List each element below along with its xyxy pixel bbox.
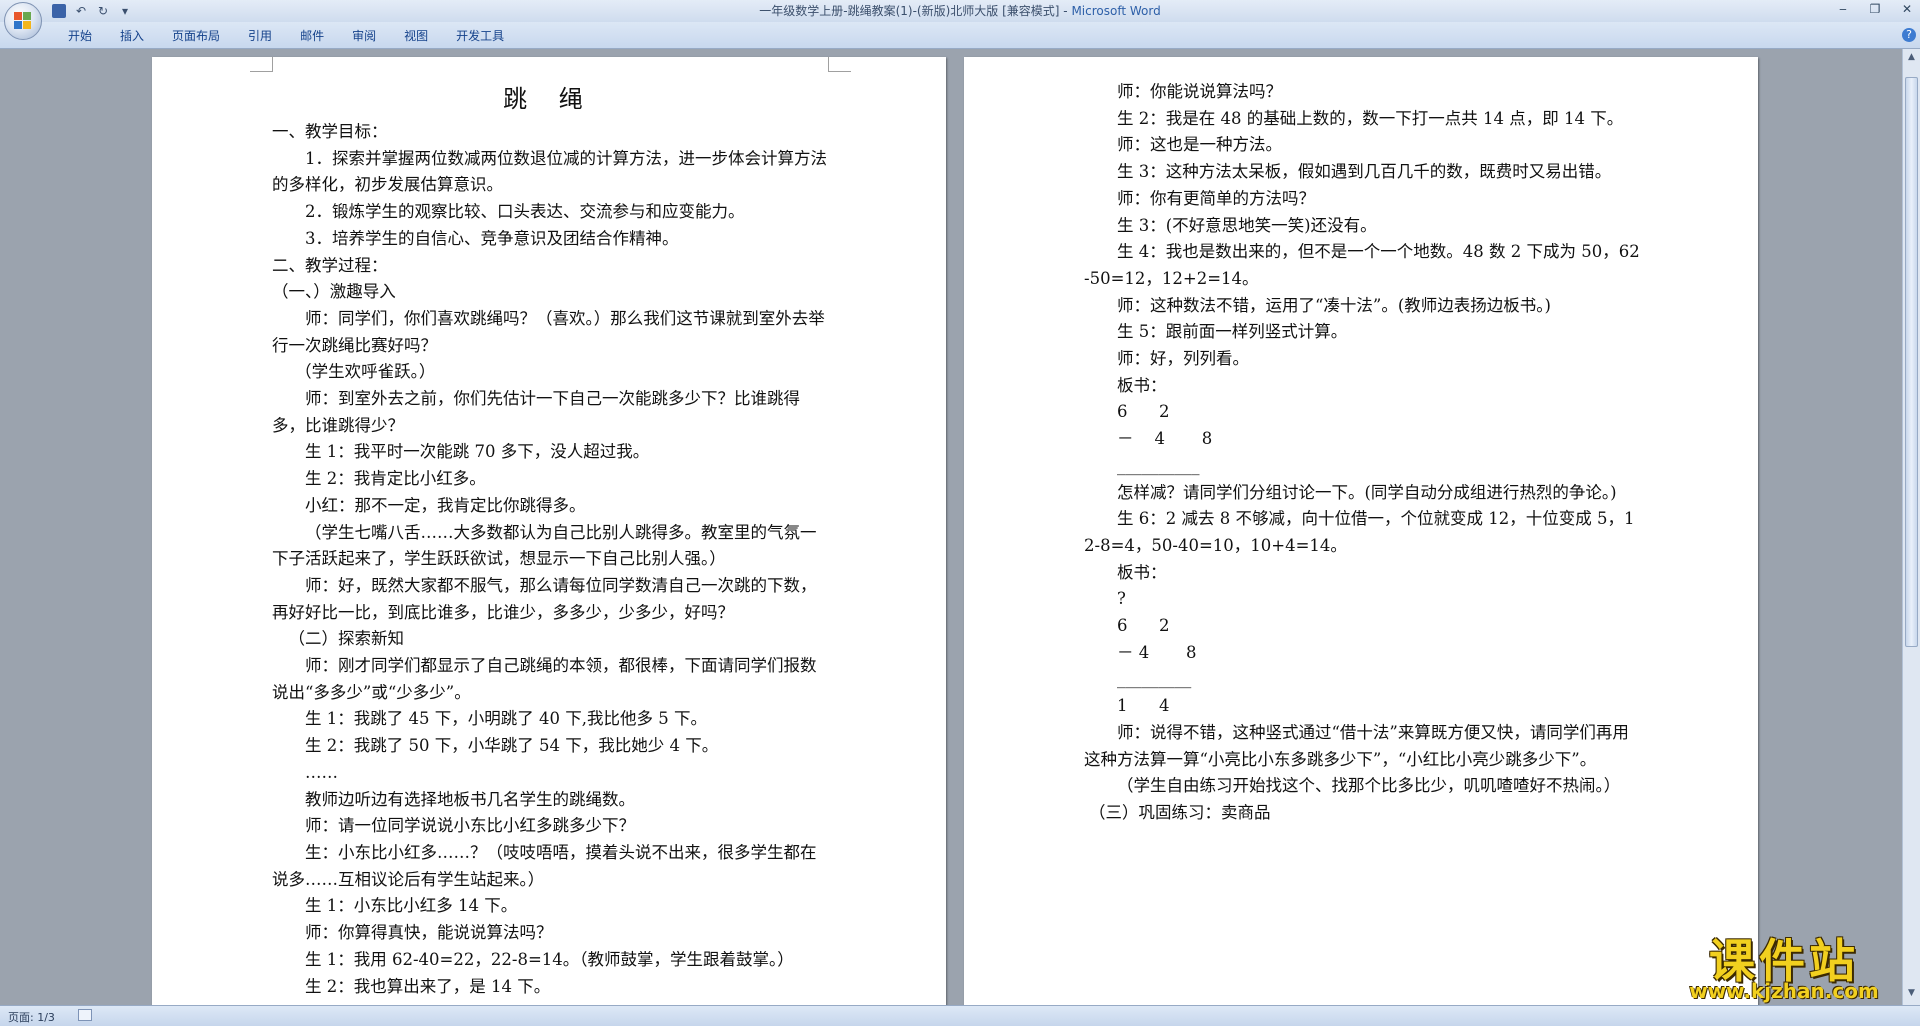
paragraph: 师：你算得真快，能说说算法吗？ bbox=[305, 923, 553, 943]
paragraph: 怎样减？请同学们分组讨论一下。(同学自动分成组进行热烈的争论。) bbox=[1117, 482, 1617, 502]
paragraph: 生 2：我也算出来了，是 14 下。 bbox=[305, 976, 551, 996]
paragraph: 6 2 bbox=[1117, 402, 1170, 422]
tab-developer[interactable]: 开发工具 bbox=[442, 27, 518, 45]
paragraph: 师：好，列列看。 bbox=[1117, 349, 1249, 369]
status-bar: 页面: 1/3 bbox=[0, 1005, 1920, 1026]
paragraph: （学生七嘴八舌……大多数都认为自己比别人跳得多。教室里的气氛一下子活跃起来了，学… bbox=[272, 522, 817, 569]
paragraph: （学生欢呼雀跃。） bbox=[295, 362, 436, 382]
proofing-icon[interactable] bbox=[78, 1009, 92, 1021]
paragraph: 生 3：这种方法太呆板，假如遇到几百几千的数，既费时又易出错。 bbox=[1117, 162, 1612, 182]
paragraph: 1．探索并掌握两位数减两位数退位减的计算方法，进一步体会计算方法的多样化，初步发… bbox=[272, 148, 827, 195]
paragraph: 生 4：我也是数出来的，但不是一个一个地数。48 数 2 下成为 50，62-5… bbox=[1084, 242, 1640, 288]
paragraph: 板书： bbox=[1117, 375, 1167, 395]
paragraph: 生 2：我肯定比小红多。 bbox=[305, 469, 486, 489]
paragraph: 师：你能说说算法吗？ bbox=[1117, 82, 1282, 101]
minimize-button[interactable]: ‒ bbox=[1836, 2, 1850, 16]
paragraph: …… bbox=[305, 762, 338, 782]
scroll-up-icon[interactable]: ▲ bbox=[1905, 51, 1918, 64]
paragraph: 生 1：我平时一次能跳 70 多下，没人超过我。 bbox=[305, 442, 650, 462]
paragraph: （学生自由练习开始找这个、找那个比多比少，叽叽喳喳好不热闹。） bbox=[1117, 776, 1621, 796]
vertical-scrollbar[interactable]: ▲ ▼ bbox=[1902, 49, 1920, 1005]
close-button[interactable]: ✕ bbox=[1900, 2, 1914, 16]
window-title: 一年级数学上册-跳绳教案(1)-(新版)北师大版 [兼容模式] - Micros… bbox=[0, 0, 1920, 22]
document-title: 跳 绳 bbox=[503, 85, 595, 113]
paragraph: 板书： bbox=[1117, 562, 1167, 582]
undo-icon[interactable]: ↶ bbox=[74, 4, 88, 18]
paragraph: （三）巩固练习：卖商品 bbox=[1088, 802, 1271, 822]
restore-button[interactable]: ❐ bbox=[1868, 2, 1882, 16]
paragraph: 小红：那不一定，我肯定比你跳得多。 bbox=[305, 495, 586, 515]
page-1[interactable]: 跳 绳 一、教学目标： 1．探索并掌握两位数减两位数退位减的计算方法，进一步体会计… bbox=[152, 57, 946, 1005]
paragraph: － 4 8 bbox=[1117, 429, 1213, 449]
paragraph: 生 6：2 减去 8 不够减，向十位借一，个位就变成 12，十位变成 5，12-… bbox=[1084, 509, 1635, 555]
watermark-url: www.kjzhan.com bbox=[1689, 979, 1879, 1003]
ribbon-tabs: 开始 插入 页面布局 引用 邮件 审阅 视图 开发工具 bbox=[54, 27, 518, 45]
paragraph: ? bbox=[1117, 589, 1126, 609]
paragraph: 师：好，既然大家都不服气，那么请每位同学数清自己一次跳的下数，再好好比一比，到底… bbox=[272, 575, 817, 622]
tab-page-layout[interactable]: 页面布局 bbox=[158, 27, 234, 45]
paragraph: 教师边听边有选择地板书几名学生的跳绳数。 bbox=[305, 789, 635, 809]
tab-view[interactable]: 视图 bbox=[390, 27, 442, 45]
paragraph: （二）探索新知 bbox=[288, 629, 405, 649]
office-logo-icon bbox=[14, 12, 32, 30]
paragraph: 师：这种数法不错，运用了“凑十法”。(教师边表扬边板书。) bbox=[1117, 295, 1551, 315]
paragraph: 师：你有更简单的方法吗？ bbox=[1117, 188, 1315, 208]
tab-home[interactable]: 开始 bbox=[54, 27, 106, 45]
customize-qat-icon[interactable]: ▾ bbox=[118, 4, 132, 18]
tab-references[interactable]: 引用 bbox=[234, 27, 286, 45]
tab-insert[interactable]: 插入 bbox=[106, 27, 158, 45]
paragraph: _________ bbox=[1117, 669, 1192, 689]
document-workspace: 跳 绳 一、教学目标： 1．探索并掌握两位数减两位数退位减的计算方法，进一步体会计… bbox=[0, 49, 1902, 1005]
paragraph: __________ bbox=[1117, 455, 1200, 475]
paragraph: 师：说得不错，这种竖式通过“借十法”来算既方便又快，请同学们再用这种方法算一算“… bbox=[1084, 722, 1629, 769]
title-bar: 一年级数学上册-跳绳教案(1)-(新版)北师大版 [兼容模式] - Micros… bbox=[0, 0, 1920, 22]
site-watermark: 课件站 www.kjzhan.com bbox=[1668, 925, 1900, 1005]
paragraph: 一、教学目标： bbox=[272, 122, 388, 141]
page-2[interactable]: 师：你能说说算法吗？ 生 2：我是在 48 的基础上数的，数一下打一点共 14 点… bbox=[964, 57, 1758, 1005]
paragraph: 生：小东比小红多……？（吱吱唔唔，摸着头说不出来，很多学生都在说多……互相议论后… bbox=[272, 842, 817, 889]
tab-mailings[interactable]: 邮件 bbox=[286, 27, 338, 45]
page-2-body[interactable]: 师：你能说说算法吗？ 生 2：我是在 48 的基础上数的，数一下打一点共 14 点… bbox=[1084, 79, 1640, 827]
save-icon[interactable] bbox=[52, 4, 66, 18]
redo-icon[interactable]: ↻ bbox=[96, 4, 110, 18]
paragraph: 生 2：我是在 48 的基础上数的，数一下打一点共 14 点，即 14 下。 bbox=[1117, 108, 1624, 128]
scroll-down-icon[interactable]: ▼ bbox=[1905, 987, 1918, 1000]
paragraph: 生 3：(不好意思地笑一笑)还没有。 bbox=[1117, 215, 1377, 235]
paragraph: 生 1：小东比小红多 14 下。 bbox=[305, 896, 518, 916]
paragraph: 师：请一位同学说说小东比小红多跳多少下？ bbox=[305, 816, 635, 836]
paragraph: 师：到室外去之前，你们先估计一下自己一次能跳多少下？比谁跳得多，比谁跳得少？ bbox=[272, 389, 800, 435]
page-1-body[interactable]: 一、教学目标： 1．探索并掌握两位数减两位数退位减的计算方法，进一步体会计算方法的… bbox=[272, 119, 828, 1000]
paragraph: 生 1：我用 62-40=22，22-8=14。（教师鼓掌，学生跟着鼓掌。） bbox=[305, 949, 794, 969]
paragraph: 3．培养学生的自信心、竞争意识及团结合作精神。 bbox=[305, 228, 679, 248]
paragraph: 二、教学过程： bbox=[272, 255, 388, 275]
window-title-doc: 一年级数学上册-跳绳教案(1)-(新版)北师大版 [兼容模式] - bbox=[759, 4, 1072, 18]
help-icon[interactable]: ? bbox=[1902, 28, 1916, 42]
paragraph: 生 5：跟前面一样列竖式计算。 bbox=[1117, 322, 1348, 342]
paragraph: 6 2 bbox=[1117, 616, 1170, 636]
tab-review[interactable]: 审阅 bbox=[338, 27, 390, 45]
quick-access-toolbar: ↶ ↻ ▾ bbox=[52, 3, 132, 19]
paragraph: 师：这也是一种方法。 bbox=[1117, 135, 1282, 155]
crop-mark bbox=[250, 57, 273, 72]
window-title-app: Microsoft Word bbox=[1071, 4, 1161, 18]
office-button[interactable] bbox=[4, 2, 42, 40]
paragraph: 师：同学们，你们喜欢跳绳吗？（喜欢。）那么我们这节课就到室外去举行一次跳绳比赛好… bbox=[272, 308, 825, 355]
paragraph: 生 2：我跳了 50 下，小华跳了 54 下，我比她少 4 下。 bbox=[305, 736, 719, 756]
ribbon-tab-bar: 开始 插入 页面布局 引用 邮件 审阅 视图 开发工具 ? bbox=[0, 22, 1920, 49]
paragraph: 师：刚才同学们都显示了自己跳绳的本领，都很棒，下面请同学们报数说出“多多少”或“… bbox=[272, 656, 817, 702]
paragraph: － 4 8 bbox=[1117, 642, 1197, 662]
paragraph: 2．锻炼学生的观察比较、口头表达、交流参与和应变能力。 bbox=[305, 202, 745, 222]
page-count[interactable]: 页面: 1/3 bbox=[8, 1009, 55, 1025]
window-controls: ‒ ❐ ✕ bbox=[1836, 2, 1914, 16]
paragraph: 生 1：我跳了 45 下，小明跳了 40 下,我比他多 5 下。 bbox=[305, 709, 707, 729]
paragraph: 1 4 bbox=[1117, 696, 1170, 716]
scroll-thumb[interactable] bbox=[1905, 77, 1918, 647]
paragraph: （一、）激趣导入 bbox=[272, 282, 396, 302]
crop-mark bbox=[828, 57, 851, 72]
